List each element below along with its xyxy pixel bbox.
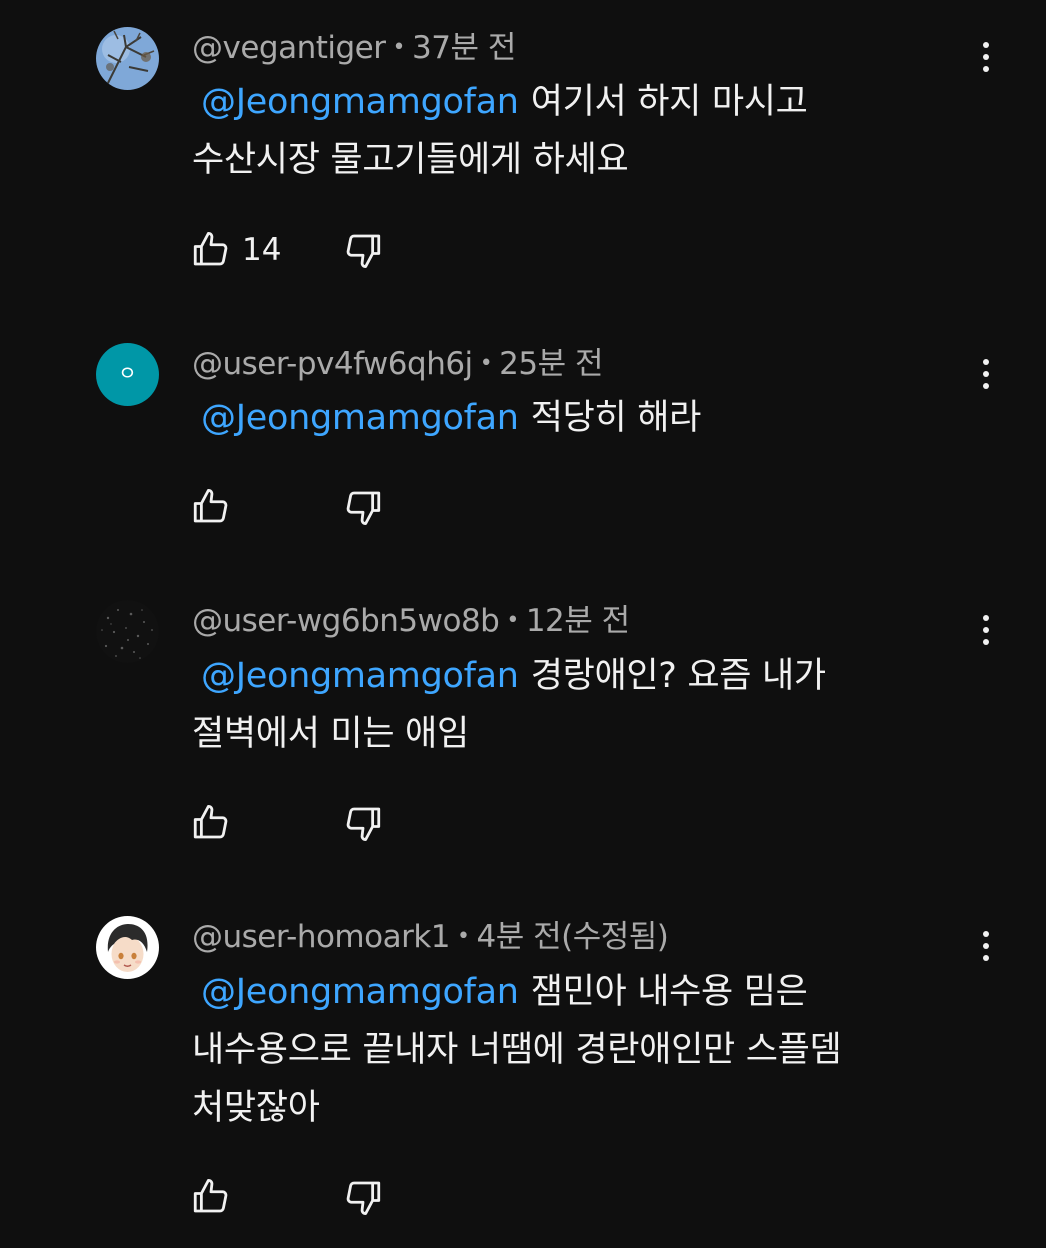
more-vert-icon — [983, 627, 989, 633]
author-name[interactable]: @user-pv4fw6qh6j — [192, 346, 473, 382]
more-options-button[interactable] — [968, 350, 1004, 398]
comment-time: 37분 전 — [412, 30, 516, 66]
thumbs-down-icon — [346, 491, 381, 526]
dislike-button[interactable] — [342, 802, 384, 844]
comment-text: @Jeongmamgofan 잼민아 내수용 밈은 내수용으로 끝내자 너땜에 경… — [192, 963, 952, 1137]
dislike-button[interactable] — [342, 1176, 384, 1218]
thumbs-up-icon — [193, 1178, 228, 1213]
comment-line: 수산시장 물고기들에게 하세요 — [192, 140, 629, 180]
more-options-button[interactable] — [968, 33, 1004, 81]
avatar[interactable]: ㅇ — [96, 343, 159, 406]
thumbs-down-icon — [346, 807, 381, 842]
comment-line: 적당히 해라 — [530, 398, 702, 438]
separator-dot: • — [479, 351, 493, 376]
mention-link[interactable]: @Jeongmamgofan — [201, 398, 519, 438]
thumbs-up-icon — [193, 488, 228, 523]
like-button[interactable] — [190, 486, 286, 528]
separator-dot: • — [457, 924, 470, 949]
author-name[interactable]: @vegantiger — [192, 30, 386, 66]
comment-meta: @user-wg6bn5wo8b • 12분 전 — [192, 601, 630, 641]
more-vert-icon — [983, 955, 989, 961]
like-button[interactable] — [190, 1176, 286, 1218]
comment-time: 25분 전 — [499, 346, 604, 382]
more-vert-icon — [983, 639, 989, 645]
separator-dot: • — [392, 35, 406, 60]
avatar-letter: ㅇ — [118, 361, 136, 385]
more-vert-icon — [983, 371, 989, 377]
more-vert-icon — [983, 383, 989, 389]
more-vert-icon — [983, 42, 989, 48]
anime-face-avatar-icon — [96, 916, 159, 979]
comment-actions — [190, 1173, 384, 1221]
comment-line: 내수용으로 끝내자 너땜에 경란애인만 스플뎀 — [192, 1030, 842, 1070]
more-vert-icon — [983, 66, 989, 72]
comment-line: 처맞잖아 — [192, 1088, 320, 1128]
comment-text: @Jeongmamgofan 여기서 하지 마시고 수산시장 물고기들에게 하세요 — [192, 73, 952, 189]
dark-speckle-avatar-icon — [96, 600, 159, 663]
more-options-button[interactable] — [968, 922, 1004, 970]
thumbs-up-icon — [193, 804, 228, 839]
like-count: 14 — [242, 232, 282, 268]
comment-line: 잼민아 내수용 밈은 — [530, 972, 808, 1012]
like-button[interactable]: 14 — [190, 229, 286, 271]
comment-line: 경랑애인? 요즘 내가 — [530, 656, 826, 696]
thumbs-down-icon — [346, 234, 381, 269]
dislike-button[interactable] — [342, 486, 384, 528]
author-name[interactable]: @user-wg6bn5wo8b — [192, 603, 500, 639]
like-button[interactable] — [190, 802, 286, 844]
mention-link[interactable]: @Jeongmamgofan — [201, 656, 519, 696]
avatar[interactable] — [96, 27, 159, 90]
comment-time: 4분 전(수정됨) — [476, 919, 669, 955]
comment-meta: @user-homoark1 • 4분 전(수정됨) — [192, 917, 669, 957]
comment-actions — [190, 483, 384, 531]
comment-meta: @user-pv4fw6qh6j • 25분 전 — [192, 344, 604, 384]
letter-avatar-icon: ㅇ — [96, 343, 159, 406]
more-options-button[interactable] — [968, 606, 1004, 654]
dislike-button[interactable] — [342, 229, 384, 271]
avatar[interactable] — [96, 916, 159, 979]
comment-line: 여기서 하지 마시고 — [530, 82, 808, 122]
comment-text: @Jeongmamgofan 경랑애인? 요즘 내가 절벽에서 미는 애임 — [192, 647, 952, 763]
comment-time: 12분 전 — [525, 603, 630, 639]
thumbs-down-icon — [346, 1181, 381, 1216]
avatar[interactable] — [96, 600, 159, 663]
more-vert-icon — [983, 943, 989, 949]
author-name[interactable]: @user-homoark1 — [192, 919, 451, 955]
more-vert-icon — [983, 54, 989, 60]
comment-actions: 14 — [190, 226, 384, 274]
tree-photo-avatar-icon — [96, 27, 159, 90]
comment-meta: @vegantiger • 37분 전 — [192, 28, 516, 68]
more-vert-icon — [983, 359, 989, 365]
mention-link[interactable]: @Jeongmamgofan — [201, 82, 519, 122]
thumbs-up-icon — [193, 231, 228, 266]
comment-text: @Jeongmamgofan 적당히 해라 — [192, 389, 952, 447]
more-vert-icon — [983, 931, 989, 937]
comment-line: 절벽에서 미는 애임 — [192, 714, 469, 754]
comment-actions — [190, 799, 384, 847]
mention-link[interactable]: @Jeongmamgofan — [201, 972, 519, 1012]
separator-dot: • — [506, 608, 519, 633]
more-vert-icon — [983, 615, 989, 621]
